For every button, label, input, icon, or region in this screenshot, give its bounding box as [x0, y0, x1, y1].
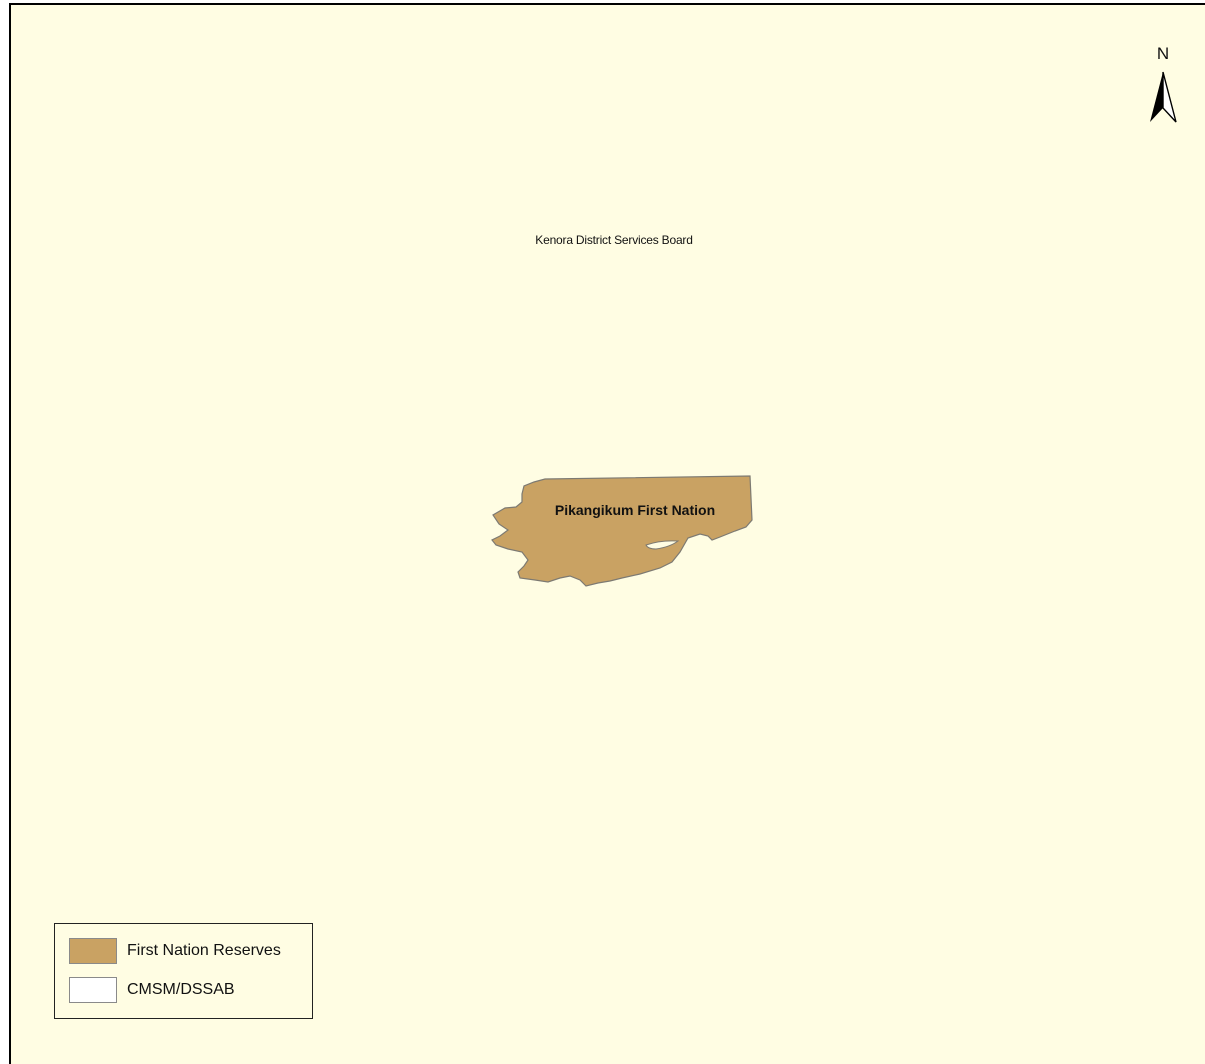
- north-arrow-icon: [1150, 71, 1177, 123]
- legend-label: First Nation Reserves: [127, 942, 281, 959]
- north-letter: N: [1156, 44, 1170, 63]
- legend-swatch-reserves: [69, 938, 117, 964]
- legend-item-first-nation-reserves: First Nation Reserves: [69, 938, 309, 966]
- reserve-label: Pikangikum First Nation: [554, 502, 716, 518]
- reserve-polygon[interactable]: [491, 475, 753, 587]
- region-label: Kenora District Services Board: [535, 233, 693, 247]
- legend: First Nation Reserves CMSM/DSSAB: [54, 923, 313, 1019]
- legend-label: CMSM/DSSAB: [127, 981, 235, 998]
- map-canvas: [491, 71, 1177, 587]
- legend-item-cmsm-dssab: CMSM/DSSAB: [69, 977, 309, 1005]
- legend-swatch-cmsm: [69, 977, 117, 1003]
